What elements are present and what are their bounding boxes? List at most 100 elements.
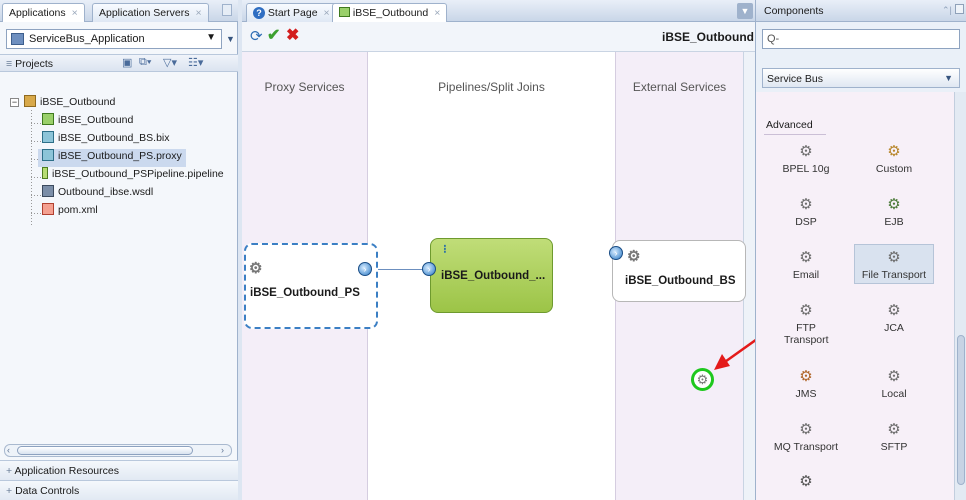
- tree-guide: [31, 110, 32, 226]
- tree-item-project[interactable]: iBSE_Outbound: [24, 95, 115, 113]
- overview-icon: [42, 113, 54, 125]
- minimize-icon[interactable]: [222, 4, 232, 16]
- palette-item-jms[interactable]: ⚙ JMS: [766, 367, 846, 400]
- palette-item-email[interactable]: ⚙ Email: [766, 248, 846, 281]
- expand-icon[interactable]: +: [6, 485, 12, 497]
- wire-connector: [377, 269, 427, 270]
- scrollbar-thumb[interactable]: [17, 446, 193, 455]
- gear-icon: ⚙: [799, 249, 813, 266]
- tree-item-label: Outbound_ibse.wsdl: [58, 186, 154, 198]
- palette-item-label: FTP Transport: [784, 322, 829, 346]
- palette-item-label: BPEL 10g: [782, 163, 830, 175]
- application-resources-section[interactable]: + Application Resources: [0, 460, 238, 480]
- gear-icon: ⚙: [627, 248, 641, 265]
- proxy-output-port-icon[interactable]: ›: [358, 262, 372, 276]
- tree-item-pipeline[interactable]: iBSE_Outbound_PSPipeline.pipeline: [42, 167, 224, 185]
- proxy-service-node[interactable]: ⚙ iBSE_Outbound_PS: [244, 243, 378, 329]
- components-search-input[interactable]: Q-: [762, 29, 960, 49]
- tree-item-business-service[interactable]: iBSE_Outbound_BS.bix: [42, 131, 170, 149]
- close-icon[interactable]: ×: [195, 7, 201, 19]
- layout-options-icon[interactable]: ☷▾: [188, 56, 203, 69]
- horizontal-scrollbar[interactable]: ‹ ›: [4, 444, 232, 457]
- filter-icon[interactable]: ▽▾: [163, 56, 177, 69]
- palette-item-ejb[interactable]: ⚙ EJB: [854, 195, 934, 228]
- project-actions-icon[interactable]: ⧉▾: [139, 56, 151, 69]
- palette-item-sftp[interactable]: ⚙ SFTP: [854, 420, 934, 453]
- palette-item-bpel[interactable]: ⚙ BPEL 10g: [766, 142, 846, 175]
- refresh-icon[interactable]: ⟳: [250, 27, 263, 45]
- tab-application-servers-label: Application Servers: [99, 7, 190, 19]
- application-selector[interactable]: ServiceBus_Application ▼: [6, 29, 222, 49]
- application-icon: [11, 33, 24, 45]
- gear-icon: ⚙: [799, 196, 813, 213]
- gear-icon: ⚙: [799, 473, 813, 490]
- maximize-icon[interactable]: ⌃|: [942, 5, 952, 16]
- palette-item-custom[interactable]: ⚙ Custom: [854, 142, 934, 175]
- gear-icon: ⚙: [799, 302, 813, 319]
- overview-icon: [339, 7, 350, 17]
- delete-x-icon[interactable]: ✖: [286, 25, 299, 45]
- close-icon[interactable]: ×: [324, 7, 330, 19]
- search-icon: Q-: [767, 33, 780, 45]
- tree-guide: [31, 123, 41, 124]
- chevron-down-icon[interactable]: ▼: [206, 32, 216, 43]
- validate-check-icon[interactable]: ✔: [267, 25, 280, 45]
- close-icon[interactable]: ×: [434, 7, 440, 19]
- scrollbar-thumb[interactable]: [957, 335, 965, 485]
- tree-item-pom[interactable]: pom.xml: [42, 203, 98, 221]
- tree-guide: [31, 195, 41, 196]
- palette-item-file-transport[interactable]: ⚙ File Transport: [854, 244, 934, 284]
- component-category-selector[interactable]: Service Bus ▼: [762, 68, 960, 88]
- tab-applications[interactable]: Applications ×: [2, 3, 85, 22]
- expand-icon[interactable]: +: [6, 465, 12, 477]
- tab-start-page-label: Start Page: [267, 7, 318, 19]
- tree-guide: [31, 177, 41, 178]
- tab-ibse-outbound[interactable]: iBSE_Outbound ×: [332, 3, 448, 22]
- palette-item-label: MQ Transport: [773, 441, 839, 453]
- tree-item-overview[interactable]: iBSE_Outbound: [42, 113, 133, 131]
- tab-application-servers[interactable]: Application Servers ×: [92, 3, 209, 22]
- tree-collapse-toggle[interactable]: −: [10, 98, 19, 107]
- application-navigator: Applications × Application Servers × Servi…: [0, 0, 238, 500]
- proxy-service-node-label: iBSE_Outbound_PS: [250, 287, 360, 299]
- palette-item-label: EJB: [884, 216, 904, 228]
- pipeline-node[interactable]: ⁝ iBSE_Outbound_...: [430, 238, 553, 313]
- palette-item-label: DSP: [795, 216, 817, 228]
- gear-icon: ⚙: [887, 421, 901, 438]
- palette-item-partial[interactable]: ⚙: [766, 472, 846, 493]
- tab-start-page[interactable]: ? Start Page ×: [246, 3, 337, 22]
- custom-gear-icon: ⚙: [887, 143, 901, 160]
- component-category-value: Service Bus: [767, 73, 824, 85]
- palette-item-dsp[interactable]: ⚙ DSP: [766, 195, 846, 228]
- application-menu-chevron-icon[interactable]: ▼: [226, 34, 235, 44]
- palette-vertical-scrollbar[interactable]: [954, 92, 966, 500]
- tree-item-proxy-service[interactable]: iBSE_Outbound_PS.proxy: [38, 149, 186, 167]
- business-input-port-icon[interactable]: ›: [609, 246, 623, 260]
- pipeline-input-port-icon[interactable]: ›: [422, 262, 436, 276]
- restore-icon[interactable]: [955, 4, 964, 14]
- scroll-right-icon[interactable]: ›: [221, 445, 224, 455]
- palette-item-jca[interactable]: ⚙ JCA: [854, 301, 934, 334]
- project-settings-icon[interactable]: ▣: [122, 56, 132, 69]
- data-controls-section[interactable]: + Data Controls: [0, 480, 238, 500]
- close-icon[interactable]: ×: [72, 7, 78, 19]
- scroll-left-icon[interactable]: ‹: [7, 445, 10, 455]
- palette-item-label: Local: [881, 388, 907, 400]
- palette-item-mq-transport[interactable]: ⚙ MQ Transport: [766, 420, 846, 453]
- projects-expand-icon[interactable]: ≡: [6, 58, 12, 70]
- tree-item-wsdl[interactable]: Outbound_ibse.wsdl: [42, 185, 153, 203]
- chevron-down-icon[interactable]: ▼: [944, 73, 953, 83]
- lane-title: External Services: [632, 80, 727, 94]
- gear-icon: ⚙: [249, 260, 263, 277]
- proxy-service-icon: [42, 149, 54, 161]
- palette-item-label: JCA: [884, 322, 904, 334]
- help-icon: ?: [253, 7, 265, 19]
- data-controls-label: Data Controls: [15, 485, 80, 497]
- palette-item-local[interactable]: ⚙ Local: [854, 367, 934, 400]
- tree-item-label: pom.xml: [58, 204, 98, 216]
- tab-list-chevron-icon[interactable]: ▼: [737, 3, 753, 19]
- arrow-head: [714, 354, 730, 370]
- project-folder-icon: [24, 95, 36, 107]
- application-selector-value: ServiceBus_Application: [29, 33, 145, 45]
- palette-item-ftp-transport[interactable]: ⚙ FTP Transport: [766, 301, 846, 346]
